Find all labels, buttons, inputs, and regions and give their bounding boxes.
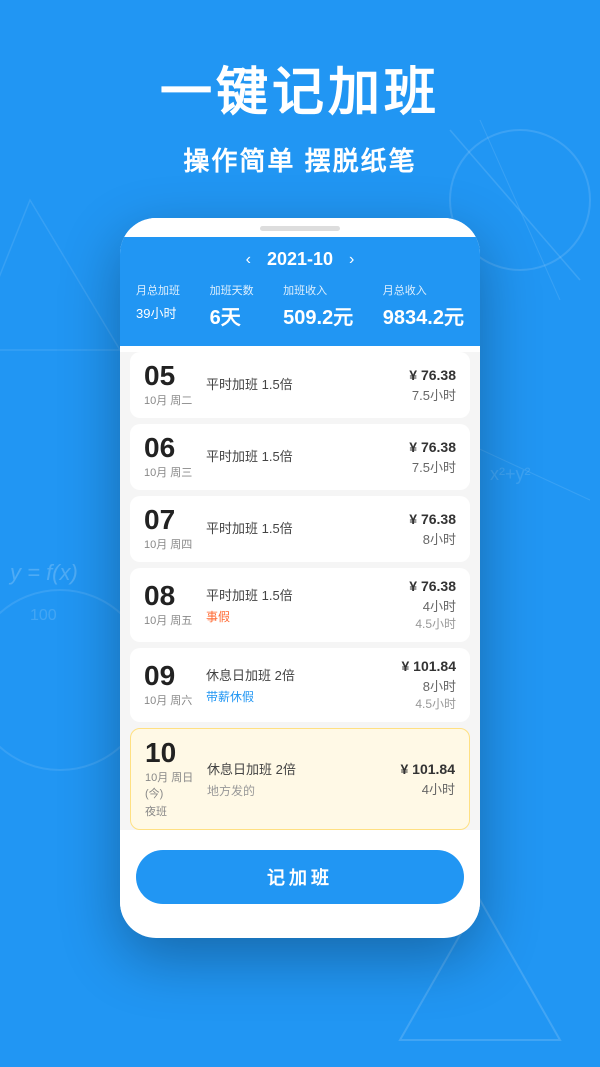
record-date: 10 10月 周日(今) 夜班: [145, 739, 199, 819]
record-date: 08 10月 周五: [144, 582, 198, 628]
record-right-6: ¥ 101.84 4小时: [375, 761, 455, 798]
record-date-number: 08: [144, 582, 198, 610]
overtime-days-value: 6天: [210, 301, 241, 330]
record-tag: 事假: [206, 608, 376, 625]
record-tag: 带薪休假: [206, 688, 376, 705]
record-date: 09 10月 周六: [144, 662, 198, 708]
record-hours-secondary: 4.5小时: [376, 695, 456, 712]
record-pay: ¥ 101.84: [376, 658, 456, 674]
record-middle: 休息日加班 2倍 地方发的: [199, 759, 375, 799]
phone-notch: [120, 218, 480, 237]
bottom-action-area: 记加班: [120, 836, 480, 918]
record-date-info: 10月 周四: [144, 536, 198, 552]
record-pay: ¥ 76.38: [376, 367, 456, 383]
record-middle: 平时加班 1.5倍 事假: [198, 585, 376, 625]
record-date: 06 10月 周三: [144, 434, 198, 480]
record-hours-secondary: 4.5小时: [376, 615, 456, 632]
stat-monthly-income: 月总收入 9834.2元: [383, 282, 464, 330]
record-hours: 8小时: [376, 529, 456, 548]
stat-total-overtime: 月总加班 39小时: [136, 282, 180, 330]
record-right-5: ¥ 101.84 8小时 4.5小时: [376, 658, 456, 712]
record-date-number: 05: [144, 362, 198, 390]
record-date-number: 06: [144, 434, 198, 462]
notch-bar: [260, 226, 340, 231]
records-list: 05 10月 周二 平时加班 1.5倍 ¥ 76.38 7.5小时 06 10月…: [120, 352, 480, 830]
record-date-number: 09: [144, 662, 198, 690]
stats-row: 月总加班 39小时 加班天数 6天 加班收入 509.2元 月总收入 9834.…: [136, 282, 464, 330]
record-card-5[interactable]: 09 10月 周六 休息日加班 2倍 带薪休假 ¥ 101.84 8小时 4.5…: [130, 648, 470, 722]
phone-frame: ‹ 2021-10 › 月总加班 39小时 加班天数 6天 加班收入 509.2…: [120, 218, 480, 938]
record-hours: 7.5小时: [376, 385, 456, 404]
overtime-days-label: 加班天数: [210, 282, 254, 298]
record-date-info: 10月 周六: [144, 692, 198, 708]
record-type: 平时加班 1.5倍: [206, 518, 376, 537]
record-pay: ¥ 101.84: [375, 761, 455, 777]
record-middle: 平时加班 1.5倍: [198, 374, 376, 397]
record-pay: ¥ 76.38: [376, 578, 456, 594]
record-middle: 平时加班 1.5倍: [198, 518, 376, 541]
record-hours: 4小时: [376, 596, 456, 615]
record-type: 平时加班 1.5倍: [206, 446, 376, 465]
record-right-1: ¥ 76.38 7.5小时: [376, 367, 456, 404]
prev-month-button[interactable]: ‹: [246, 251, 251, 269]
next-month-button[interactable]: ›: [349, 251, 354, 269]
month-navigation: ‹ 2021-10 ›: [136, 249, 464, 270]
record-hours: 4小时: [375, 779, 455, 798]
record-middle: 平时加班 1.5倍: [198, 446, 376, 469]
record-card-2[interactable]: 06 10月 周三 平时加班 1.5倍 ¥ 76.38 7.5小时: [130, 424, 470, 490]
record-type: 休息日加班 2倍: [207, 759, 375, 778]
record-overtime-button[interactable]: 记加班: [136, 850, 464, 904]
record-right-2: ¥ 76.38 7.5小时: [376, 439, 456, 476]
record-card-3[interactable]: 07 10月 周四 平时加班 1.5倍 ¥ 76.38 8小时: [130, 496, 470, 562]
record-card-1[interactable]: 05 10月 周二 平时加班 1.5倍 ¥ 76.38 7.5小时: [130, 352, 470, 418]
record-date-info: 10月 周日(今): [145, 769, 199, 801]
monthly-income-value: 9834.2元: [383, 301, 464, 330]
record-card-4[interactable]: 08 10月 周五 平时加班 1.5倍 事假 ¥ 76.38 4小时 4.5小时: [130, 568, 470, 642]
record-date-info: 夜班: [145, 803, 199, 819]
record-type: 休息日加班 2倍: [206, 665, 376, 684]
record-pay: ¥ 76.38: [376, 511, 456, 527]
record-middle: 休息日加班 2倍 带薪休假: [198, 665, 376, 705]
monthly-income-label: 月总收入: [383, 282, 427, 298]
record-type: 平时加班 1.5倍: [206, 374, 376, 393]
phone-mockup: ‹ 2021-10 › 月总加班 39小时 加班天数 6天 加班收入 509.2…: [0, 218, 600, 938]
stat-overtime-income: 加班收入 509.2元: [283, 282, 353, 330]
record-date: 05 10月 周二: [144, 362, 198, 408]
app-header: ‹ 2021-10 › 月总加班 39小时 加班天数 6天 加班收入 509.2…: [120, 237, 480, 346]
main-subtitle: 操作简单 摆脱纸笔: [0, 141, 600, 178]
record-hours: 8小时: [376, 676, 456, 695]
record-type: 平时加班 1.5倍: [206, 585, 376, 604]
record-right-4: ¥ 76.38 4小时 4.5小时: [376, 578, 456, 632]
overtime-income-label: 加班收入: [283, 282, 327, 298]
record-date-number: 07: [144, 506, 198, 534]
page-header: 一键记加班 操作简单 摆脱纸笔: [0, 0, 600, 198]
record-date-info: 10月 周二: [144, 392, 198, 408]
record-hours: 7.5小时: [376, 457, 456, 476]
record-note: 地方发的: [207, 782, 375, 799]
current-month-label: 2021-10: [267, 249, 333, 270]
record-right-3: ¥ 76.38 8小时: [376, 511, 456, 548]
record-date-info: 10月 周三: [144, 464, 198, 480]
record-date-number: 10: [145, 739, 199, 767]
total-overtime-value: 39小时: [136, 301, 176, 324]
record-date: 07 10月 周四: [144, 506, 198, 552]
record-card-6[interactable]: 10 10月 周日(今) 夜班 休息日加班 2倍 地方发的 ¥ 101.84 4小…: [130, 728, 470, 830]
main-title: 一键记加班: [0, 50, 600, 125]
total-overtime-label: 月总加班: [136, 282, 180, 298]
record-date-info: 10月 周五: [144, 612, 198, 628]
stat-overtime-days: 加班天数 6天: [210, 282, 254, 330]
overtime-income-value: 509.2元: [283, 301, 353, 330]
record-pay: ¥ 76.38: [376, 439, 456, 455]
